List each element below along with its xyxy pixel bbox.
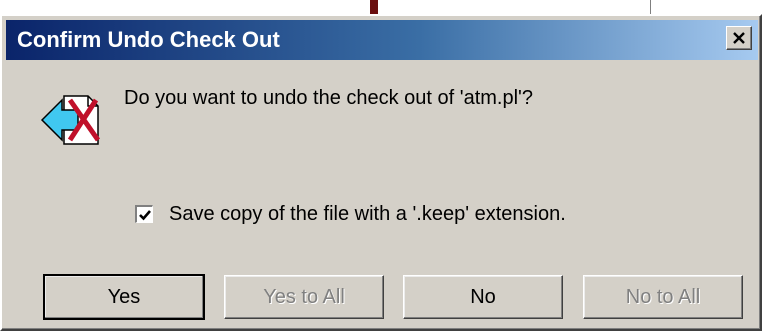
background-window (0, 0, 762, 14)
dialog-title: Confirm Undo Check Out (17, 27, 280, 52)
keep-copy-label[interactable]: Save copy of the file with a '.keep' ext… (169, 203, 566, 226)
no-to-all-button[interactable]: No to All (583, 275, 743, 319)
checkmark-icon (139, 210, 151, 221)
keep-copy-checkbox[interactable] (135, 205, 153, 223)
yes-button[interactable]: Yes (43, 274, 205, 320)
background-window-divider (650, 0, 651, 14)
close-icon (733, 32, 745, 44)
confirmation-message: Do you want to undo the check out of 'at… (124, 87, 533, 109)
undo-checkout-icon (40, 90, 104, 155)
close-button[interactable] (726, 26, 752, 50)
yes-to-all-button[interactable]: Yes to All (224, 275, 384, 319)
dialog-titlebar[interactable]: Confirm Undo Check Out (6, 20, 758, 60)
confirm-undo-checkout-dialog: Confirm Undo Check Out Do you want to un… (0, 14, 762, 331)
no-button[interactable]: No (403, 275, 563, 319)
background-window-element (370, 0, 378, 14)
